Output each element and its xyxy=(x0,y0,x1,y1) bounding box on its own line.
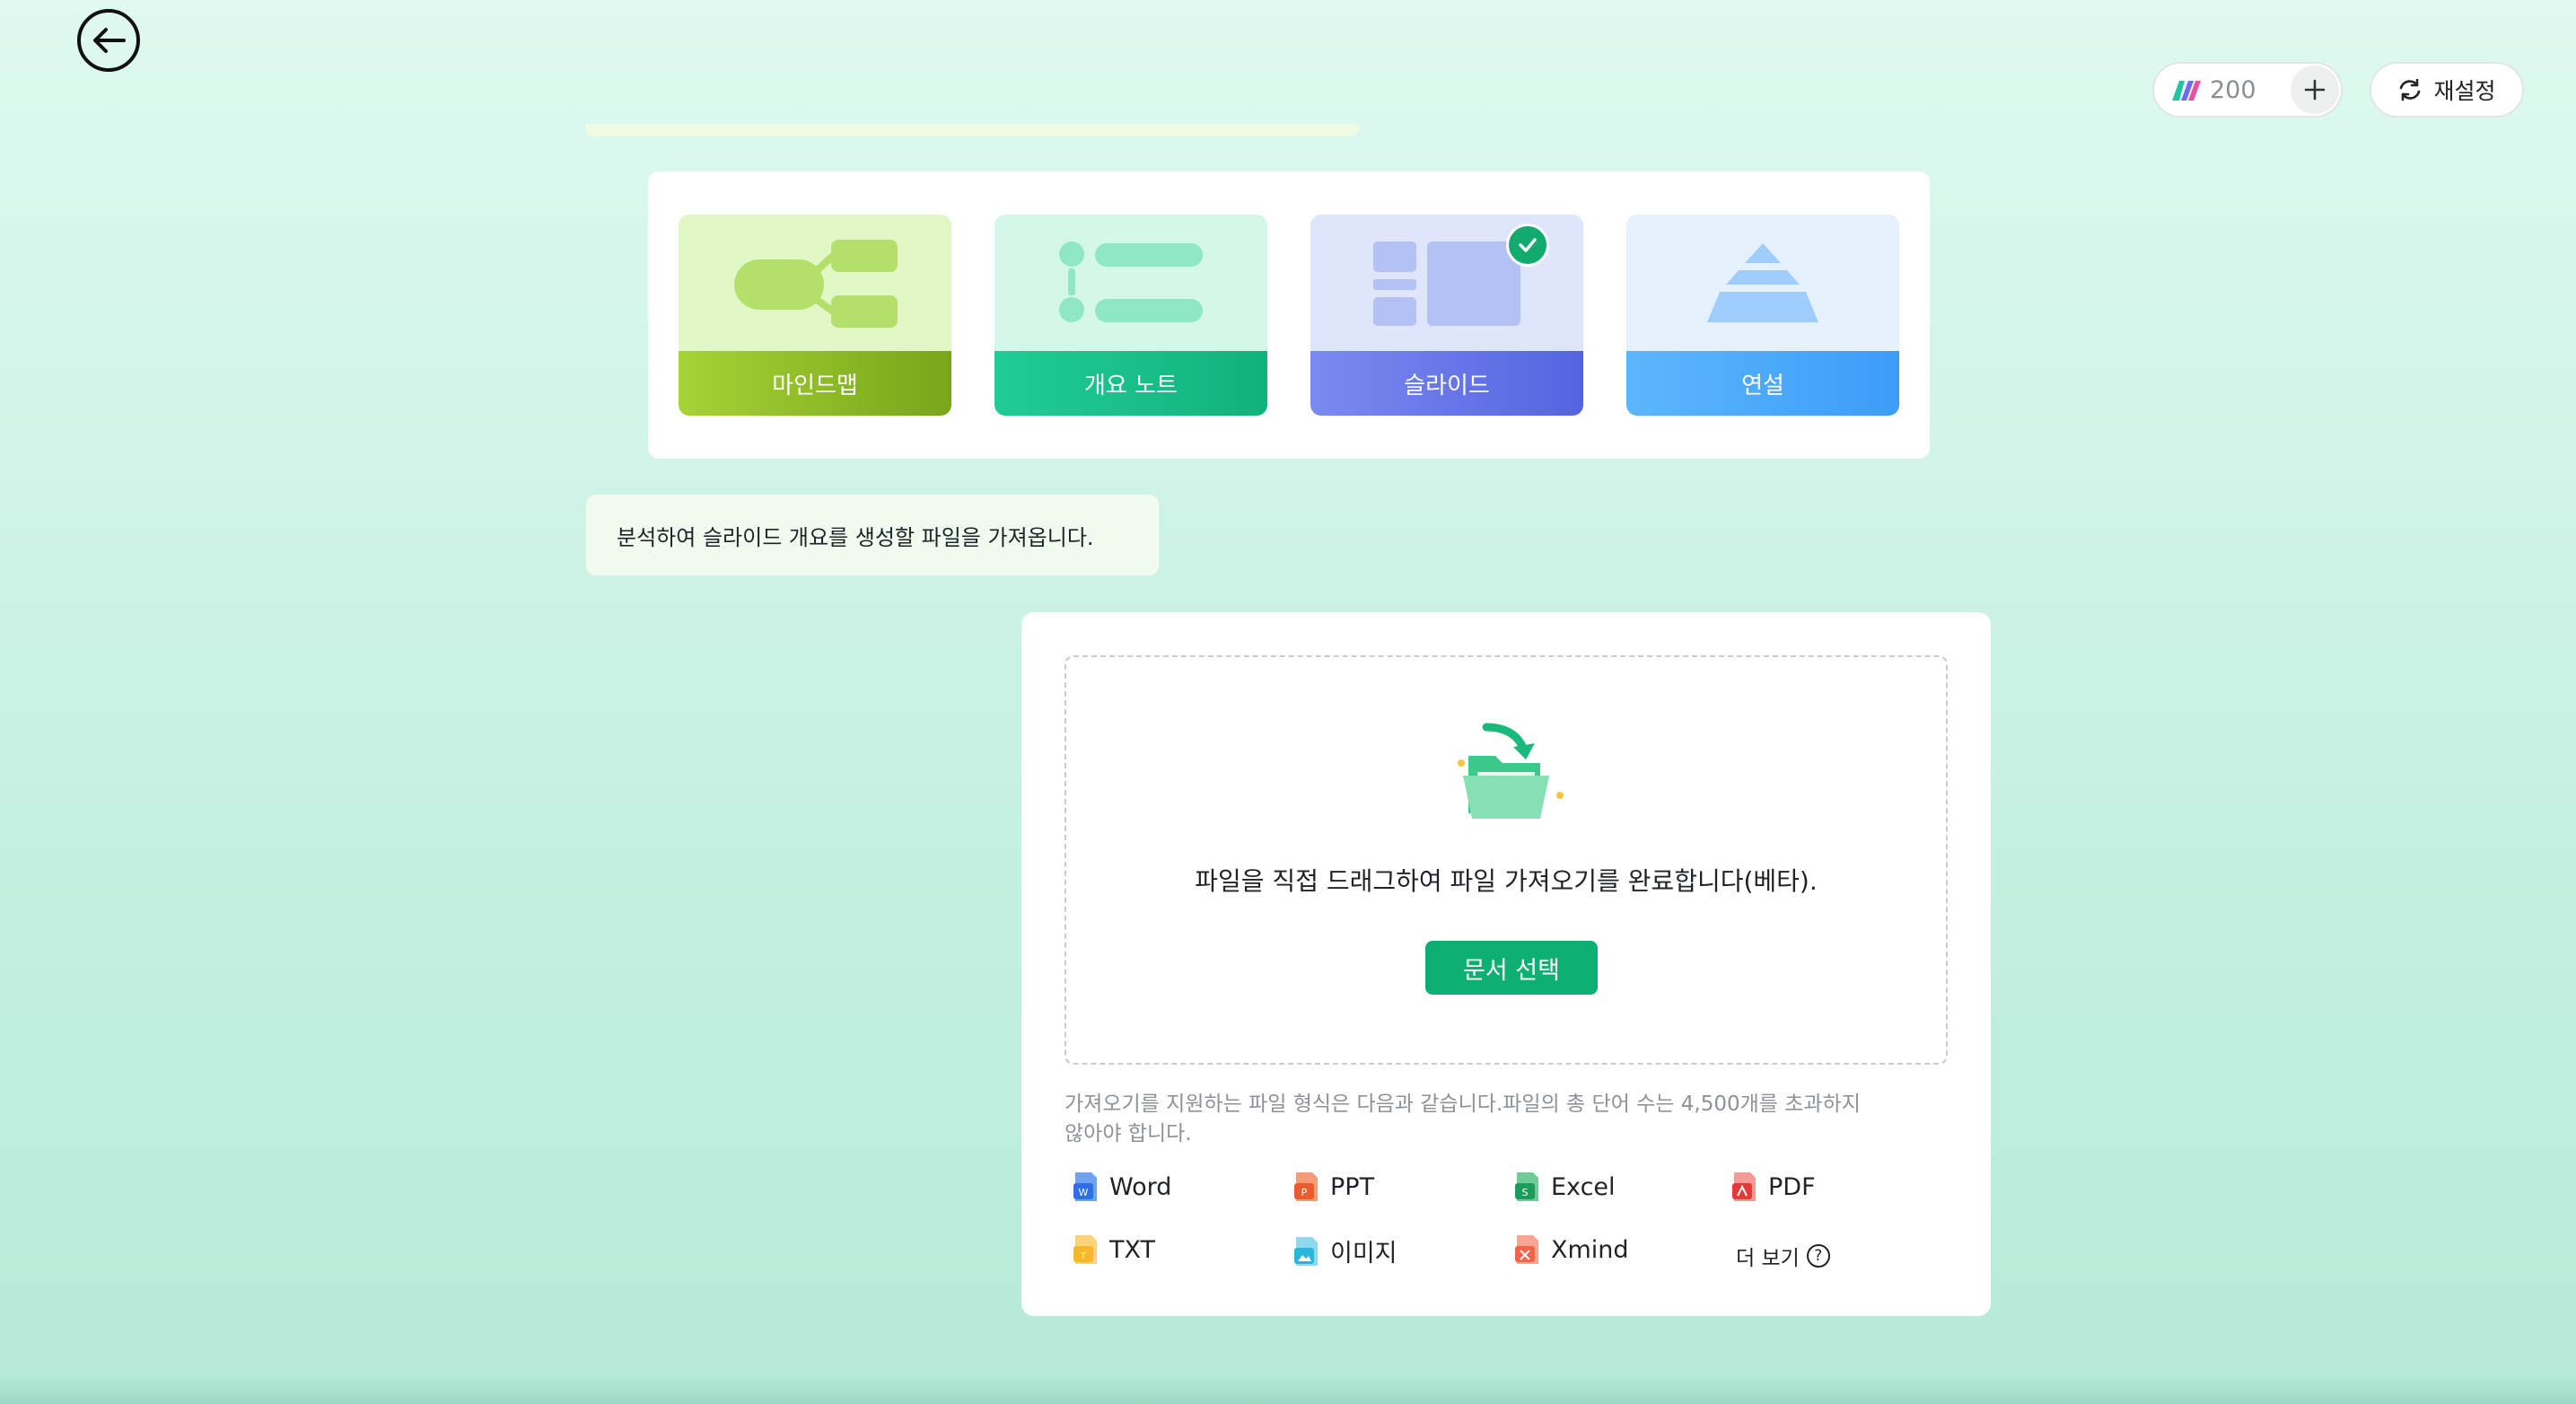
credit-count: 200 xyxy=(2210,75,2256,104)
format-xmind: Xmind xyxy=(1513,1233,1629,1266)
ppt-file-icon: P xyxy=(1294,1172,1318,1201)
mindmap-illustration xyxy=(679,215,951,351)
format-label: TXT xyxy=(1109,1235,1156,1264)
format-ppt: P PPT xyxy=(1292,1171,1374,1203)
supported-formats-info: 가져오기를 지원하는 파일 형식은 다음과 같습니다.파일의 총 단어 수는 4… xyxy=(1065,1092,1861,1145)
svg-text:W: W xyxy=(1079,1187,1089,1198)
credit-balance: 200 xyxy=(2152,62,2343,118)
drop-instruction: 파일을 직접 드래그하여 파일 가져오기를 완료합니다(베타). xyxy=(1195,866,1818,896)
add-credits-button[interactable] xyxy=(2291,66,2339,114)
choose-document-button[interactable]: 문서 선택 xyxy=(1425,941,1598,995)
outline-icon xyxy=(1059,241,1203,322)
format-excel: S Excel xyxy=(1513,1171,1616,1203)
bottom-edge xyxy=(0,1373,2576,1404)
help-icon: ? xyxy=(1806,1244,1830,1268)
back-button[interactable] xyxy=(77,9,140,72)
format-word: W Word xyxy=(1072,1171,1171,1203)
format-label: Xmind xyxy=(1551,1235,1629,1264)
mode-card-mindmap[interactable]: 마인드맵 xyxy=(679,215,951,416)
mode-selector: 마인드맵 개요 노트 슬라이드 연설 xyxy=(648,171,1930,459)
folder-import-icon xyxy=(1458,723,1564,819)
reset-button[interactable]: 재설정 xyxy=(2370,62,2524,118)
format-label: Excel xyxy=(1551,1172,1616,1201)
svg-text:S: S xyxy=(1522,1187,1529,1198)
mode-card-slide[interactable]: 슬라이드 xyxy=(1310,215,1583,416)
excel-file-icon: S xyxy=(1515,1172,1538,1201)
more-formats-link[interactable]: 더 보기 ? xyxy=(1736,1241,1830,1271)
assistant-message: 분석하여 슬라이드 개요를 생성할 파일을 가져옵니다. xyxy=(586,495,1159,575)
credit-logo-icon xyxy=(2172,81,2201,101)
format-pdf: PDF xyxy=(1730,1171,1816,1203)
file-dropzone[interactable]: 파일을 직접 드래그하여 파일 가져오기를 완료합니다(베타). 문서 선택 xyxy=(1065,655,1948,1065)
mode-label-mindmap: 마인드맵 xyxy=(679,351,951,416)
outline-illustration xyxy=(994,215,1267,351)
selected-check-icon xyxy=(1506,224,1549,267)
svg-text:T: T xyxy=(1080,1251,1087,1261)
mindmap-icon xyxy=(734,240,898,328)
speech-illustration xyxy=(1626,215,1899,351)
pyramid-icon xyxy=(1707,243,1818,322)
more-label: 더 보기 xyxy=(1736,1247,1800,1270)
mode-card-outline[interactable]: 개요 노트 xyxy=(994,215,1267,416)
plus-icon xyxy=(2304,79,2326,101)
reset-label: 재설정 xyxy=(2433,78,2496,104)
txt-file-icon: T xyxy=(1073,1235,1097,1264)
mode-card-speech[interactable]: 연설 xyxy=(1626,215,1899,416)
image-file-icon xyxy=(1294,1236,1318,1266)
upload-card: 파일을 직접 드래그하여 파일 가져오기를 완료합니다(베타). 문서 선택 가… xyxy=(1021,612,1991,1316)
pdf-file-icon xyxy=(1732,1172,1756,1201)
arrow-left-icon xyxy=(93,28,126,53)
mode-label-speech: 연설 xyxy=(1626,351,1899,416)
xmind-file-icon xyxy=(1515,1235,1538,1264)
previous-message-edge xyxy=(585,124,1359,136)
format-label: PDF xyxy=(1768,1172,1816,1201)
word-file-icon: W xyxy=(1073,1172,1097,1201)
format-label: PPT xyxy=(1330,1172,1375,1201)
format-txt: T TXT xyxy=(1072,1233,1155,1266)
mode-label-outline: 개요 노트 xyxy=(994,351,1267,416)
svg-text:P: P xyxy=(1301,1187,1308,1198)
mode-label-slide: 슬라이드 xyxy=(1310,351,1583,416)
format-image: 이미지 xyxy=(1292,1233,1398,1268)
format-label: Word xyxy=(1109,1172,1172,1201)
format-label: 이미지 xyxy=(1330,1240,1398,1268)
message-text: 분석하여 슬라이드 개요를 생성할 파일을 가져옵니다. xyxy=(617,524,1094,550)
refresh-icon xyxy=(2400,78,2421,101)
